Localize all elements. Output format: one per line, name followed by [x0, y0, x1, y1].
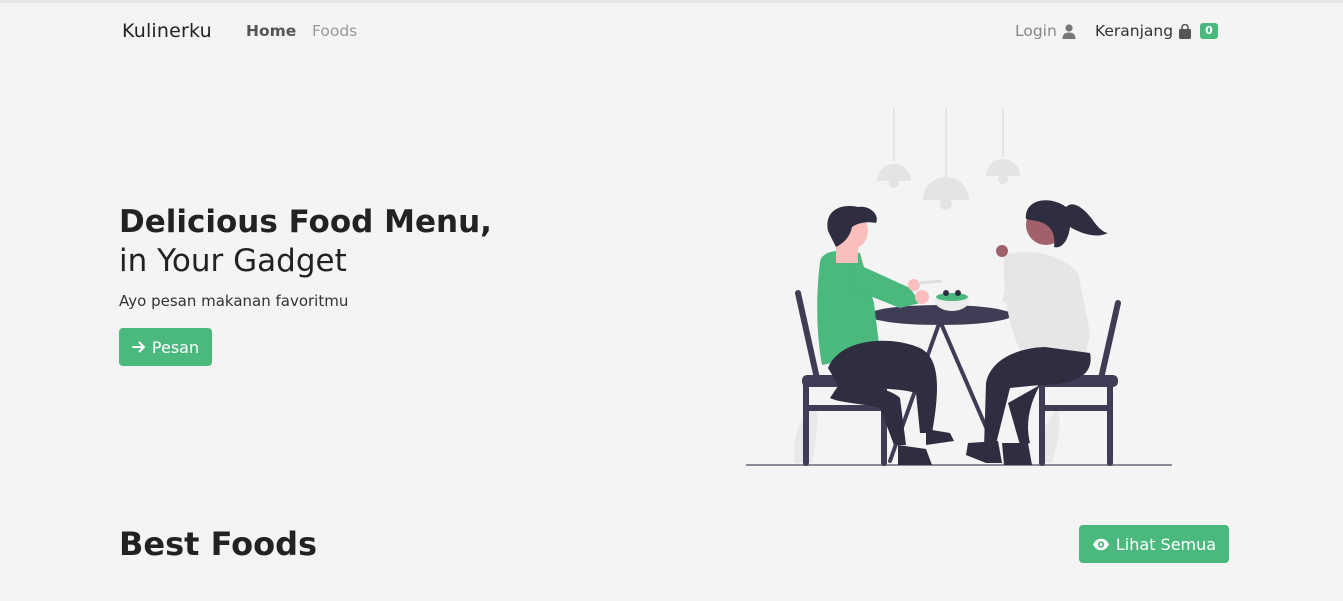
pesan-button[interactable]: Pesan [119, 328, 212, 366]
arrow-right-icon [131, 341, 145, 353]
best-foods-heading: Best Foods [119, 525, 317, 563]
lihat-semua-label: Lihat Semua [1115, 534, 1217, 554]
hero-title-line2: in Your Gadget [119, 243, 347, 279]
best-foods-heading-light: Best [119, 525, 200, 563]
user-icon [1062, 23, 1076, 39]
nav-home-link[interactable]: Home [246, 22, 296, 40]
navbar: Kulinerku Home Foods Login Keranjang 0 [0, 3, 1343, 63]
shopping-bag-icon [1179, 23, 1192, 39]
dining-illustration [746, 108, 1172, 466]
login-label: Login [1015, 22, 1057, 40]
hero-subtitle: Ayo pesan makanan favoritmu [119, 292, 349, 310]
lihat-semua-button[interactable]: Lihat Semua [1079, 525, 1229, 563]
nav-cart-link[interactable]: Keranjang 0 [1095, 22, 1218, 40]
nav-foods-link[interactable]: Foods [312, 22, 357, 40]
nav-login-link[interactable]: Login [1015, 22, 1076, 40]
eye-icon [1092, 538, 1109, 550]
hero-title-line1: Delicious Food Menu, [119, 204, 492, 240]
best-foods-heading-bold: Foods [210, 525, 318, 563]
brand-logo[interactable]: Kulinerku [122, 20, 212, 42]
cart-label: Keranjang [1095, 22, 1174, 40]
pesan-button-label: Pesan [151, 337, 200, 357]
cart-count-badge: 0 [1200, 22, 1218, 40]
